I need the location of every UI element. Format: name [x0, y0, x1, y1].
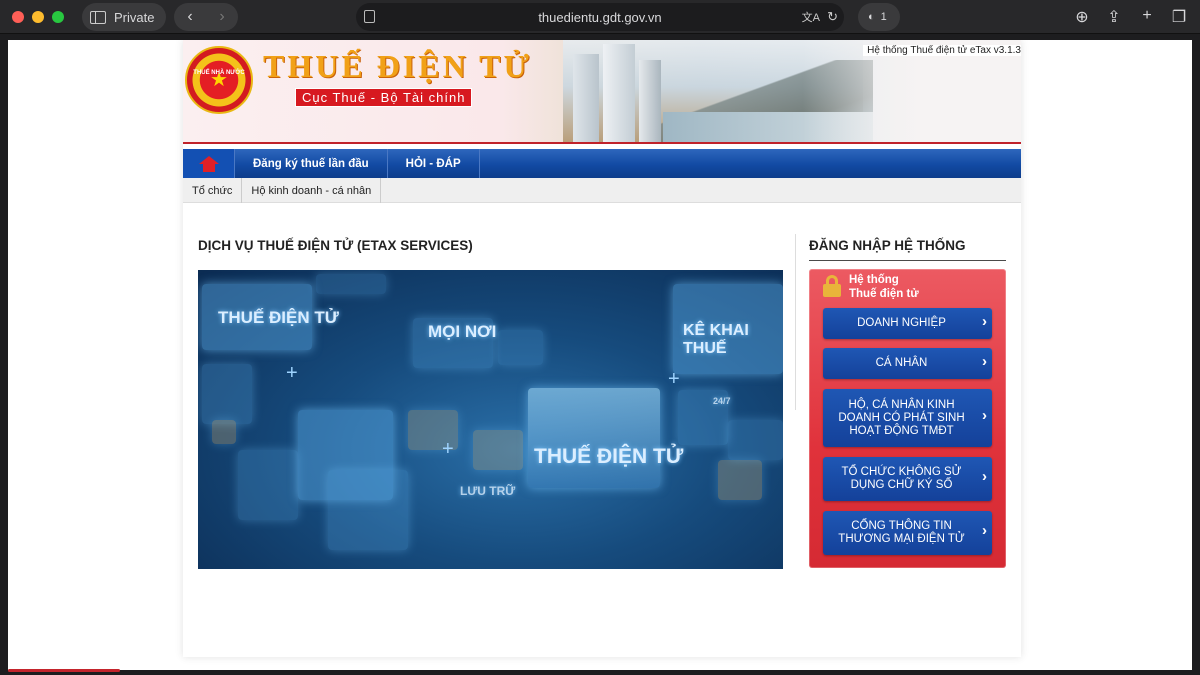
- url-text[interactable]: thuedientu.gdt.gov.vn: [538, 10, 661, 25]
- page-settings-icon[interactable]: [364, 10, 375, 23]
- hero-label-anywhere: MỌI NƠI: [428, 322, 497, 341]
- address-bar[interactable]: thuedientu.gdt.gov.vn 文A ↻: [356, 3, 844, 31]
- sidebar-icon: [90, 10, 106, 24]
- login-business-button[interactable]: DOANH NGHIỆP ›: [823, 308, 992, 339]
- chevron-right-icon: ›: [982, 468, 987, 485]
- nav-item-faq[interactable]: HỎI - ĐÁP: [388, 149, 480, 178]
- nav-item-first-registration[interactable]: Đăng ký thuế lần đầu: [235, 149, 388, 178]
- hero-banner-image: THUẾ ĐIỆN TỬ MỌI NƠI KÊ KHAI THUẾ THUẾ Đ…: [198, 270, 783, 569]
- web-viewport: ★ THUẾ NHÀ NƯỚC THUẾ ĐIỆN TỬ Cục Thuế - …: [8, 40, 1192, 672]
- login-header-line1: Hệ thống: [849, 274, 899, 286]
- chevron-right-icon: ›: [982, 352, 987, 370]
- main-nav: Đăng ký thuế lần đầu HỎI - ĐÁP: [183, 149, 1021, 178]
- chevron-right-icon: ›: [982, 522, 987, 539]
- plus-icon: +: [442, 438, 454, 460]
- shield-count: 1: [880, 11, 887, 23]
- login-panel-header: Hệ thống Thuế điện tử: [849, 273, 919, 301]
- shield-icon: ◐: [868, 11, 875, 23]
- reload-icon[interactable]: ↻: [827, 9, 838, 25]
- history-nav: ‹ ›: [174, 3, 238, 31]
- login-panel: Hệ thống Thuế điện tử DOANH NGHIỆP › CÁ …: [809, 269, 1006, 568]
- banner-divider: [183, 142, 1021, 144]
- new-tab-icon[interactable]: +: [1137, 7, 1157, 25]
- login-no-digital-signature-label: TỔ CHỨC KHÔNG SỬ DỤNG CHỮ KÝ SỐ: [841, 466, 962, 491]
- zoom-window-button[interactable]: [52, 11, 64, 23]
- tax-emblem-logo[interactable]: ★ THUẾ NHÀ NƯỚC: [185, 46, 253, 114]
- login-individual-button[interactable]: CÁ NHÂN ›: [823, 348, 992, 379]
- nav-home-button[interactable]: [183, 149, 235, 178]
- hero-label-etax: THUẾ ĐIỆN TỬ: [218, 308, 339, 327]
- hero-label-declare: KÊ KHAI THUẾ: [683, 322, 749, 357]
- site-subtitle: Cục Thuế - Bộ Tài chính: [295, 88, 473, 107]
- home-icon: [198, 155, 219, 172]
- login-ecommerce-household-label: HỘ, CÁ NHÂN KINH DOANH CÓ PHÁT SINH HOẠT…: [838, 398, 965, 437]
- plus-icon: +: [286, 362, 298, 384]
- chevron-right-icon: ›: [982, 407, 987, 424]
- subnav-item-household-individual[interactable]: Hộ kinh doanh - cá nhân: [242, 178, 382, 203]
- minimize-window-button[interactable]: [32, 11, 44, 23]
- section-title: DỊCH VỤ THUẾ ĐIỆN TỬ (ETAX SERVICES): [198, 238, 473, 253]
- screen-bottom-edge: [0, 670, 1200, 675]
- sidebar-toggle-button[interactable]: Private: [82, 3, 166, 31]
- sub-nav: Tổ chức Hộ kinh doanh - cá nhân: [183, 178, 1021, 203]
- version-text: Hệ thống Thuế điện tử eTax v3.1.3: [863, 45, 1021, 56]
- login-business-label: DOANH NGHIỆP: [857, 317, 946, 329]
- back-icon[interactable]: ‹: [187, 8, 192, 26]
- login-title-underline: [809, 260, 1006, 261]
- download-icon[interactable]: ⊕: [1072, 7, 1092, 27]
- taskbar-indicator: [8, 669, 120, 672]
- login-ecommerce-portal-label: CỔNG THÔNG TIN THƯƠNG MẠI ĐIỆN TỬ: [838, 520, 965, 545]
- site-banner: ★ THUẾ NHÀ NƯỚC THUẾ ĐIỆN TỬ Cục Thuế - …: [183, 40, 1021, 144]
- hero-label-247: 24/7: [713, 396, 731, 406]
- plus-icon: +: [668, 368, 680, 390]
- lock-icon: [823, 275, 841, 297]
- chevron-right-icon: ›: [982, 312, 987, 330]
- hero-label-storage: LƯU TRỮ: [460, 484, 516, 498]
- emblem-text: THUẾ NHÀ NƯỚC: [193, 70, 245, 76]
- translate-icon[interactable]: 文A: [802, 9, 820, 25]
- login-ecommerce-portal-button[interactable]: CỔNG THÔNG TIN THƯƠNG MẠI ĐIỆN TỬ ›: [823, 511, 992, 555]
- login-no-digital-signature-button[interactable]: TỔ CHỨC KHÔNG SỬ DỤNG CHỮ KÝ SỐ ›: [823, 457, 992, 501]
- tab-overview-icon[interactable]: ❐: [1169, 7, 1189, 27]
- browser-toolbar: Private ‹ › thuedientu.gdt.gov.vn 文A ↻ ◐…: [0, 0, 1200, 34]
- subnav-item-organization[interactable]: Tổ chức: [183, 178, 243, 203]
- site-title: THUẾ ĐIỆN TỬ: [263, 48, 532, 84]
- login-title: ĐĂNG NHẬP HỆ THỐNG: [809, 238, 966, 253]
- private-label: Private: [114, 9, 155, 25]
- close-window-button[interactable]: [12, 11, 24, 23]
- hero-label-etax-center: THUẾ ĐIỆN TỬ: [534, 445, 684, 468]
- column-divider: [795, 234, 796, 410]
- share-icon[interactable]: ⇪: [1104, 7, 1124, 27]
- site-container: ★ THUẾ NHÀ NƯỚC THUẾ ĐIỆN TỬ Cục Thuế - …: [183, 40, 1021, 657]
- forward-icon[interactable]: ›: [219, 8, 224, 26]
- login-header-line2: Thuế điện tử: [849, 288, 919, 300]
- login-individual-label: CÁ NHÂN: [875, 357, 928, 369]
- login-ecommerce-household-button[interactable]: HỘ, CÁ NHÂN KINH DOANH CÓ PHÁT SINH HOẠT…: [823, 389, 992, 447]
- privacy-report-button[interactable]: ◐ 1: [858, 3, 900, 31]
